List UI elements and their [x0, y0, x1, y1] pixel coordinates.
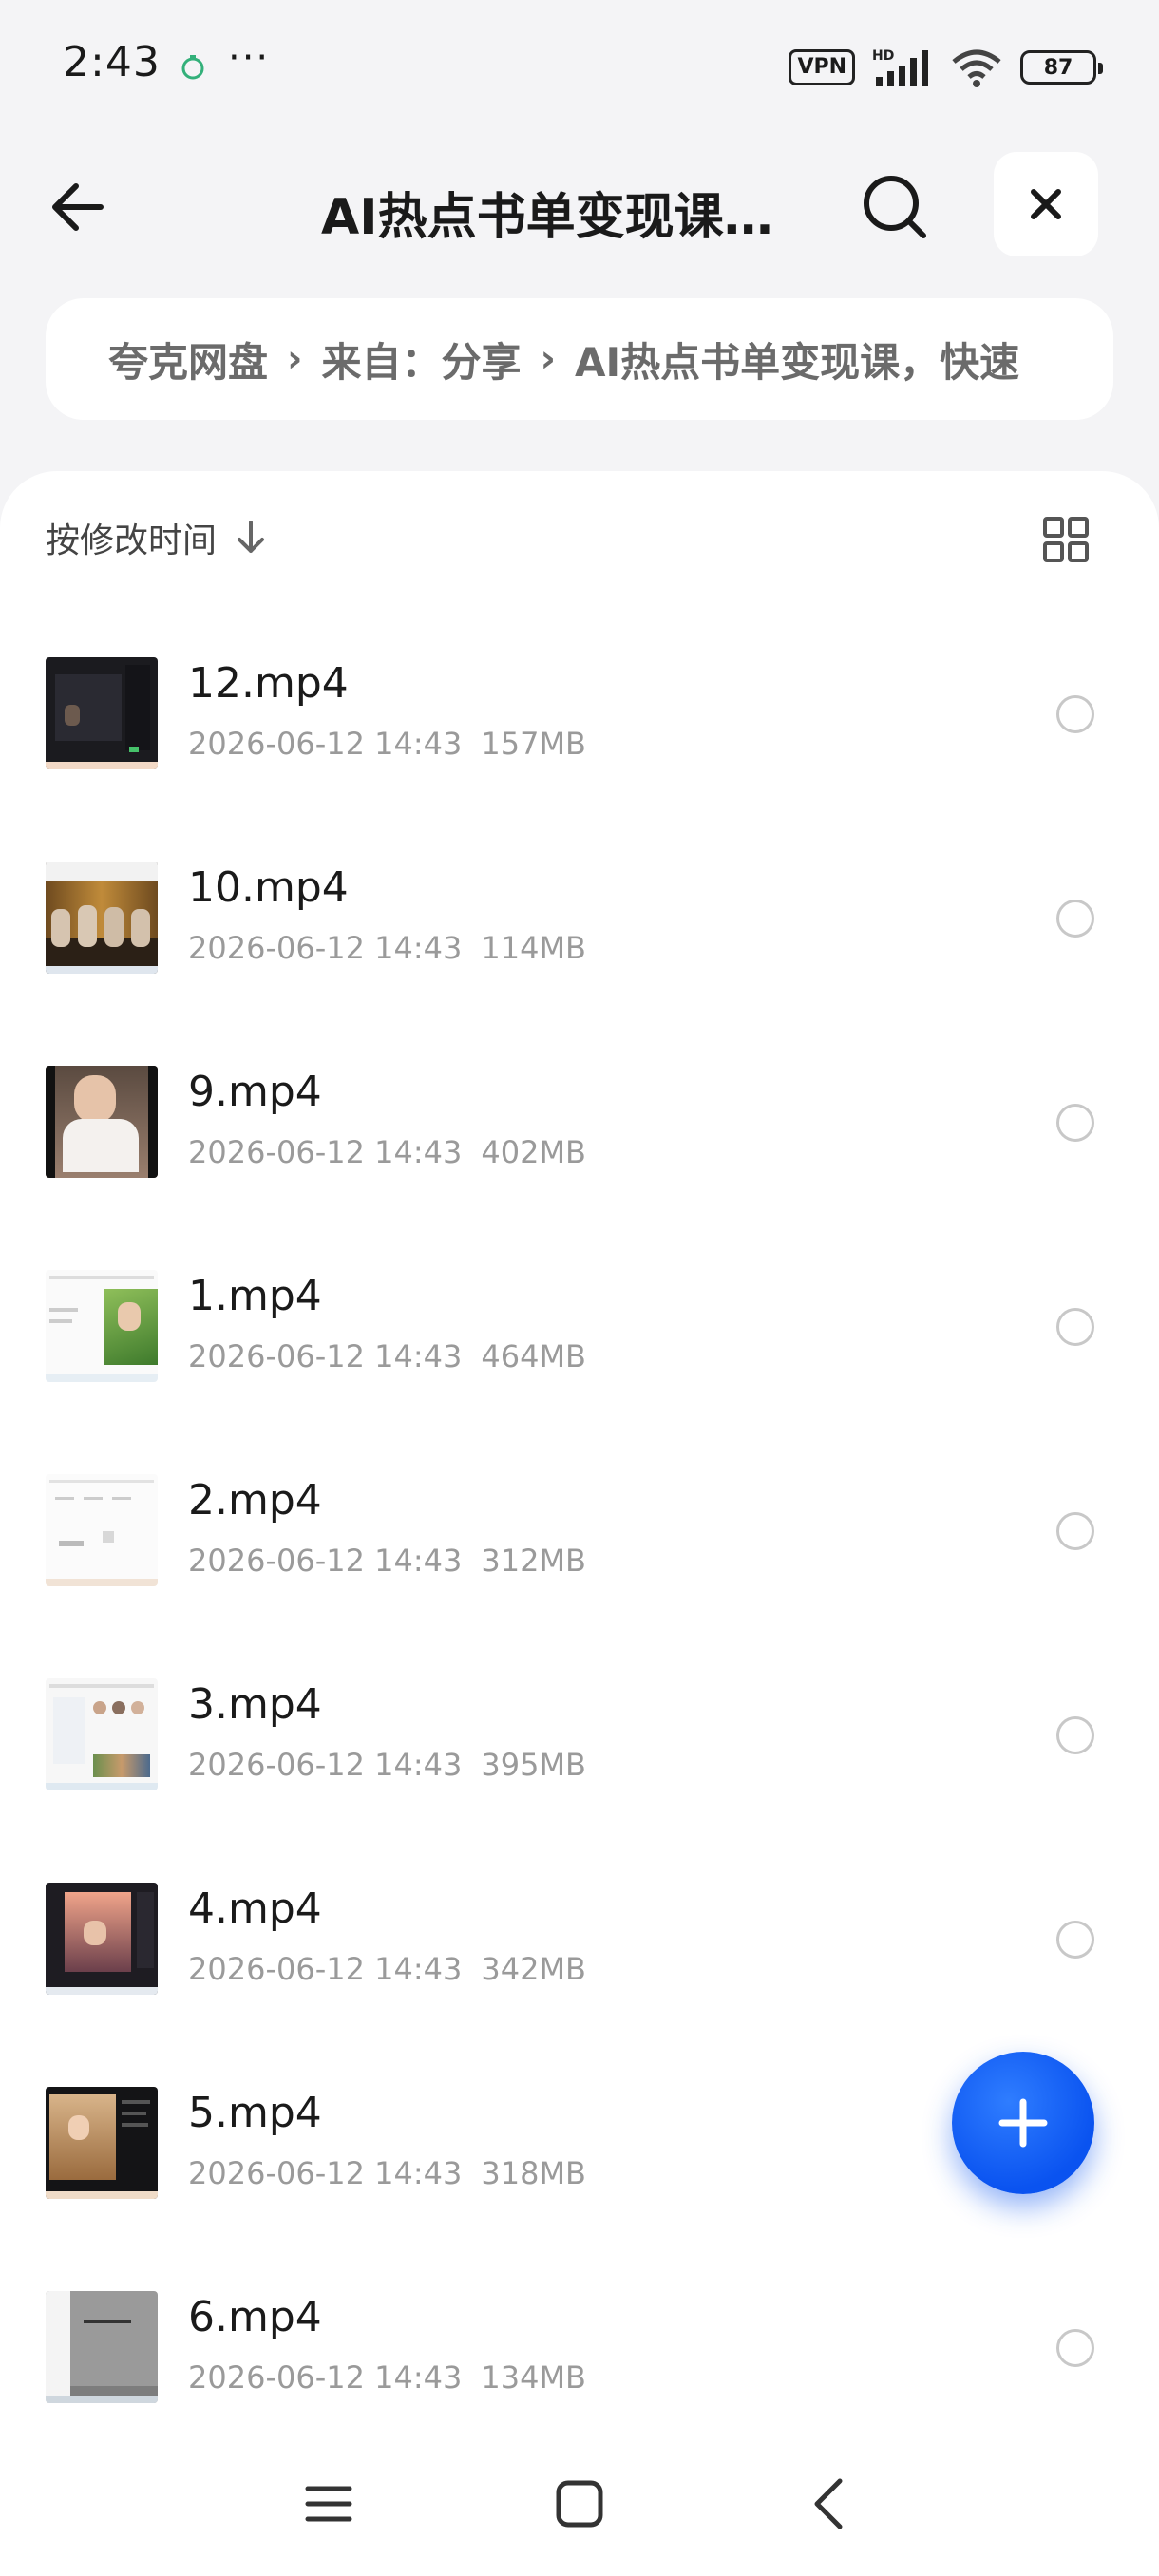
wifi-icon [952, 49, 1001, 87]
header: AI热点书单变现课，... [0, 142, 1159, 266]
file-name: 3.mp4 [188, 1680, 322, 1729]
video-thumbnail [46, 1883, 158, 1995]
file-row[interactable]: 1.mp4 2026-06-12 14:43 464MB [0, 1249, 1159, 1453]
file-name: 10.mp4 [188, 863, 349, 912]
file-date: 2026-06-12 14:43 [188, 1134, 463, 1170]
file-row[interactable]: 3.mp4 2026-06-12 14:43 395MB [0, 1657, 1159, 1862]
page-title: AI热点书单变现课，... [321, 189, 815, 246]
breadcrumb-current: AI热点书单变现课，快速 [575, 338, 1020, 386]
select-checkbox[interactable] [1056, 1716, 1094, 1754]
file-row[interactable]: 12.mp4 2026-06-12 14:43 157MB [0, 636, 1159, 841]
video-thumbnail [46, 862, 158, 974]
file-meta: 2026-06-12 14:43 114MB [188, 930, 586, 966]
file-date: 2026-06-12 14:43 [188, 2155, 463, 2191]
file-name: 4.mp4 [188, 1885, 322, 1933]
video-thumbnail [46, 1270, 158, 1382]
file-meta: 2026-06-12 14:43 342MB [188, 1951, 586, 1987]
file-size: 402MB [481, 1134, 586, 1170]
sort-button[interactable]: 按修改时间 [46, 515, 268, 560]
video-thumbnail [46, 1474, 158, 1586]
file-date: 2026-06-12 14:43 [188, 1747, 463, 1783]
grid-view-icon[interactable] [1041, 515, 1091, 564]
file-list: 12.mp4 2026-06-12 14:43 157MB 10.mp4 202… [0, 636, 1159, 2474]
select-checkbox[interactable] [1056, 1308, 1094, 1346]
file-row[interactable]: 2.mp4 2026-06-12 14:43 312MB [0, 1453, 1159, 1657]
file-size: 464MB [481, 1338, 586, 1374]
file-row[interactable]: 4.mp4 2026-06-12 14:43 342MB [0, 1862, 1159, 2066]
chevron-right-icon: › [287, 337, 303, 381]
breadcrumb: 夸克网盘 › 来自：分享 › AI热点书单变现课，快速 [46, 298, 1113, 420]
file-meta: 2026-06-12 14:43 395MB [188, 1747, 586, 1783]
file-name: 5.mp4 [188, 2089, 322, 2137]
file-size: 312MB [481, 1543, 586, 1579]
file-row[interactable]: 9.mp4 2026-06-12 14:43 402MB [0, 1045, 1159, 1249]
file-name: 6.mp4 [188, 2293, 322, 2341]
file-size: 342MB [481, 1951, 586, 1987]
file-size: 318MB [481, 2155, 586, 2191]
system-nav-bar [0, 2432, 1159, 2576]
file-name: 12.mp4 [188, 659, 349, 708]
arrow-down-icon [238, 521, 265, 553]
video-thumbnail [46, 2087, 158, 2199]
breadcrumb-root[interactable]: 夸克网盘 [108, 331, 268, 388]
file-date: 2026-06-12 14:43 [188, 726, 463, 762]
file-meta: 2026-06-12 14:43 134MB [188, 2359, 586, 2396]
status-time: 2:43 [63, 38, 161, 86]
video-thumbnail [46, 657, 158, 769]
select-checkbox[interactable] [1056, 900, 1094, 938]
close-icon [1031, 189, 1061, 219]
more-notifications-icon: ··· [228, 36, 271, 80]
file-name: 9.mp4 [188, 1068, 322, 1116]
select-checkbox[interactable] [1056, 1104, 1094, 1142]
file-size: 395MB [481, 1747, 586, 1783]
plus-icon [998, 2098, 1048, 2148]
file-size: 114MB [481, 930, 586, 966]
select-checkbox[interactable] [1056, 2329, 1094, 2367]
video-thumbnail [46, 1066, 158, 1178]
video-thumbnail [46, 2291, 158, 2403]
search-icon[interactable] [855, 167, 935, 247]
file-date: 2026-06-12 14:43 [188, 930, 463, 966]
add-button[interactable] [952, 2052, 1094, 2194]
file-date: 2026-06-12 14:43 [188, 1338, 463, 1374]
video-thumbnail [46, 1678, 158, 1790]
home-icon[interactable] [549, 2473, 610, 2534]
signal-icon: HD [872, 48, 928, 86]
battery-icon: 87 [1020, 50, 1103, 85]
file-meta: 2026-06-12 14:43 402MB [188, 1134, 586, 1170]
status-indicators: VPN HD 87 [788, 46, 1103, 89]
file-name: 2.mp4 [188, 1476, 322, 1525]
file-row[interactable]: 10.mp4 2026-06-12 14:43 114MB [0, 841, 1159, 1045]
file-size: 134MB [481, 2359, 586, 2396]
file-meta: 2026-06-12 14:43 464MB [188, 1338, 586, 1374]
battery-level: 87 [1043, 55, 1074, 80]
file-date: 2026-06-12 14:43 [188, 1951, 463, 1987]
file-meta: 2026-06-12 14:43 157MB [188, 726, 586, 762]
file-name: 1.mp4 [188, 1272, 322, 1320]
back-arrow-icon[interactable] [44, 169, 120, 245]
menu-icon[interactable] [298, 2473, 359, 2534]
back-icon[interactable] [800, 2473, 861, 2534]
chevron-right-icon: › [540, 337, 556, 381]
file-list-panel: 按修改时间 12.mp4 2026-06-12 14:43 157MB 10.m… [0, 471, 1159, 2576]
breadcrumb-shared[interactable]: 来自：分享 [322, 331, 522, 388]
file-size: 157MB [481, 726, 586, 762]
file-meta: 2026-06-12 14:43 312MB [188, 1543, 586, 1579]
file-meta: 2026-06-12 14:43 318MB [188, 2155, 586, 2191]
select-checkbox[interactable] [1056, 695, 1094, 733]
file-date: 2026-06-12 14:43 [188, 1543, 463, 1579]
timer-app-icon [181, 55, 204, 80]
file-date: 2026-06-12 14:43 [188, 2359, 463, 2396]
vpn-badge: VPN [788, 49, 855, 85]
network-type-label: HD [872, 48, 894, 64]
select-checkbox[interactable] [1056, 1512, 1094, 1550]
status-bar: 2:43 ··· VPN HD 87 [0, 0, 1159, 133]
sort-label: 按修改时间 [46, 521, 218, 560]
close-button[interactable] [994, 152, 1098, 256]
select-checkbox[interactable] [1056, 1921, 1094, 1959]
